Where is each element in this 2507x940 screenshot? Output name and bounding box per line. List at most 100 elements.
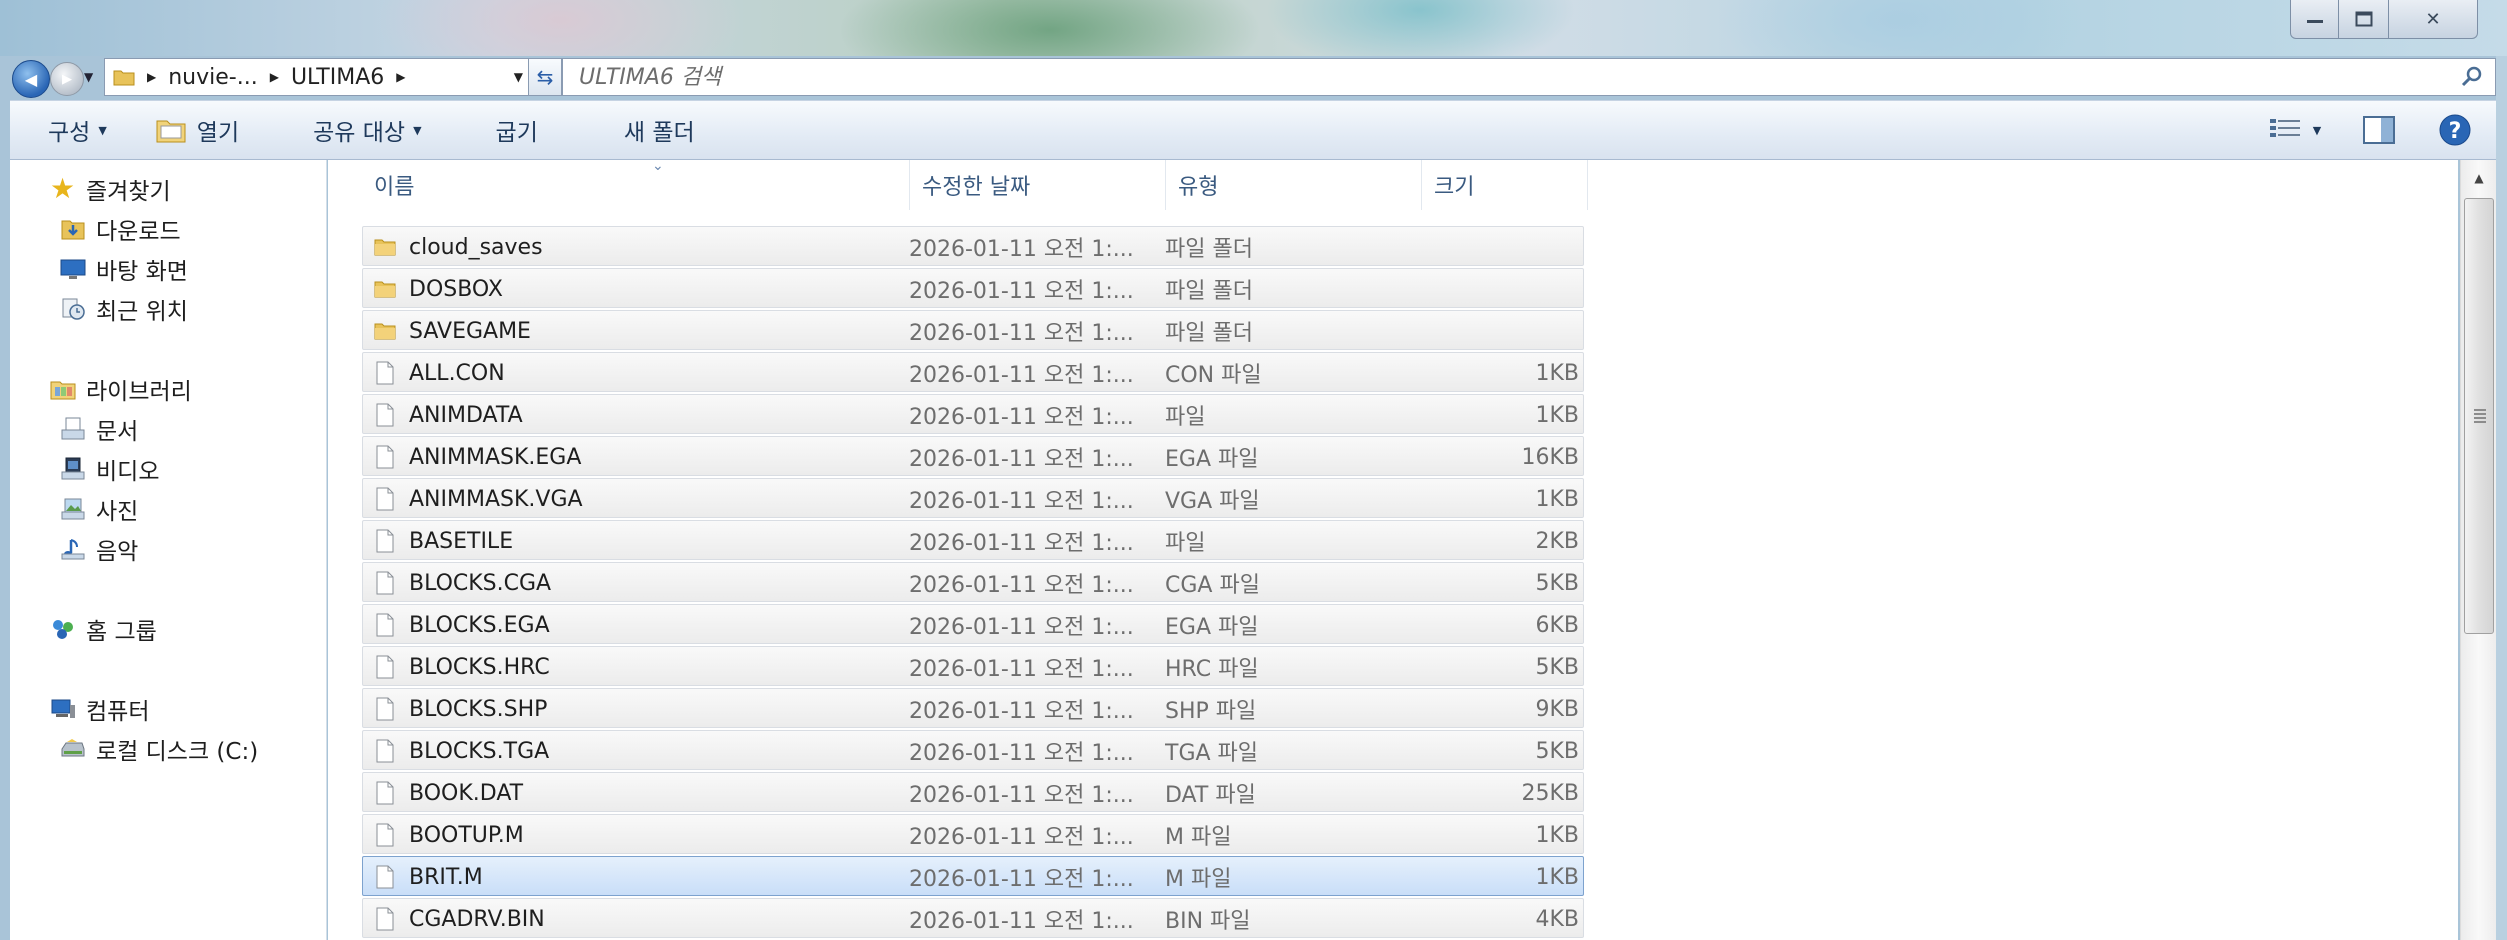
chevron-down-icon: ▼ [413,123,422,137]
table-row[interactable]: ANIMMASK.VGA 2026-01-11 오전 1:... VGA 파일 1KB [362,478,1584,518]
sidebar-item-label: 로컬 디스크 (C:) [96,739,259,765]
breadcrumb-item-parent[interactable]: nuvie-... [168,65,257,90]
file-type: SHP 파일 [1165,699,1257,724]
vertical-scrollbar[interactable]: ▲ [2460,160,2497,940]
scroll-up-icon[interactable]: ▲ [2463,162,2495,194]
table-row[interactable]: cloud_saves 2026-01-11 오전 1:... 파일 폴더 [362,226,1584,266]
help-button[interactable]: ? [2430,108,2480,152]
column-header-name[interactable]: 이름 ⌄ [362,158,910,210]
new-folder-button[interactable]: 새 폴더 [604,108,715,152]
search-icon[interactable] [2461,66,2483,88]
music-icon [61,539,85,560]
table-row[interactable]: BLOCKS.SHP 2026-01-11 오전 1:... SHP 파일 9KB [362,688,1584,728]
sidebar-item-videos[interactable]: 비디오 [60,452,159,486]
sidebar-item-libraries[interactable]: 라이브러리 [50,372,192,406]
table-row[interactable]: ANIMDATA 2026-01-11 오전 1:... 파일 1KB [362,394,1584,434]
sidebar-item-music[interactable]: 음악 [60,532,138,566]
file-name: BRIT.M [409,864,483,890]
breadcrumb-separator-icon[interactable]: ▶ [396,70,405,84]
documents-icon [61,417,85,440]
file-date-modified: 2026-01-11 오전 1:... [909,489,1134,514]
minimize-button[interactable] [2290,0,2340,39]
table-row[interactable]: BASETILE 2026-01-11 오전 1:... 파일 2KB [362,520,1584,560]
forward-button[interactable]: ▶ [50,62,84,96]
table-row[interactable]: BLOCKS.EGA 2026-01-11 오전 1:... EGA 파일 6KB [362,604,1584,644]
sidebar-item-documents[interactable]: 문서 [60,412,138,446]
file-size: 1KB [1535,486,1579,512]
file-size: 9KB [1535,696,1579,722]
address-bar[interactable]: ▶ nuvie-... ▶ ULTIMA6 ▶ ▼ [104,58,532,96]
folder-icon [371,311,399,351]
grip-icon [2474,409,2486,425]
table-row[interactable]: SAVEGAME 2026-01-11 오전 1:... 파일 폴더 [362,310,1584,350]
open-label: 열기 [196,120,240,146]
maximize-button[interactable] [2338,0,2390,39]
sidebar-item-label: 음악 [96,539,139,565]
table-row[interactable]: BLOCKS.HRC 2026-01-11 오전 1:... HRC 파일 5KB [362,646,1584,686]
file-type: CON 파일 [1165,363,1262,388]
breadcrumb-separator-icon[interactable]: ▶ [270,70,279,84]
table-row[interactable]: DOSBOX 2026-01-11 오전 1:... 파일 폴더 [362,268,1584,308]
search-input[interactable] [577,63,2431,91]
breadcrumb-separator-icon[interactable]: ▶ [147,70,156,84]
open-button[interactable]: 열기 [135,108,259,152]
sidebar-item-label: 바탕 화면 [96,259,188,285]
view-options-button[interactable]: ▼ [2260,108,2330,152]
share-with-label: 공유 대상 [313,120,406,146]
table-row[interactable]: BRIT.M 2026-01-11 오전 1:... M 파일 1KB [362,856,1584,896]
pictures-icon [61,498,85,520]
sidebar-item-recent-places[interactable]: 최근 위치 [60,292,188,326]
file-type: VGA 파일 [1165,489,1260,514]
share-with-button[interactable]: 공유 대상 ▼ [293,108,441,152]
file-date-modified: 2026-01-11 오전 1:... [909,825,1134,850]
table-row[interactable]: BLOCKS.CGA 2026-01-11 오전 1:... CGA 파일 5KB [362,562,1584,602]
file-date-modified: 2026-01-11 오전 1:... [909,531,1134,556]
table-row[interactable]: BOOK.DAT 2026-01-11 오전 1:... DAT 파일 25KB [362,772,1584,812]
libraries-icon [50,381,76,400]
column-header-label: 수정한 날짜 [922,175,1031,200]
file-type: DAT 파일 [1165,783,1256,808]
file-type: CGA 파일 [1165,573,1260,598]
sidebar-item-computer[interactable]: 컴퓨터 [50,692,149,726]
file-type: TGA 파일 [1165,741,1259,766]
recent-pages-dropdown[interactable]: ▼ [84,70,93,84]
sidebar-item-desktop[interactable]: 바탕 화면 [60,252,188,286]
sidebar-item-downloads[interactable]: 다운로드 [60,212,181,246]
back-button[interactable]: ◀ [12,60,50,98]
file-type: M 파일 [1165,867,1232,892]
column-header-date-modified[interactable]: 수정한 날짜 [910,160,1166,210]
table-row[interactable]: ANIMMASK.EGA 2026-01-11 오전 1:... EGA 파일 16K… [362,436,1584,476]
sidebar-item-pictures[interactable]: 사진 [60,492,138,526]
sidebar-item-label: 다운로드 [96,219,181,245]
file-name: ANIMDATA [409,402,523,428]
file-size: 5KB [1535,654,1579,680]
file-type: EGA 파일 [1165,447,1259,472]
sidebar-item-label: 비디오 [96,459,160,485]
breadcrumb-item-current[interactable]: ULTIMA6 [291,65,384,90]
scrollbar-thumb[interactable] [2464,198,2494,634]
search-box[interactable] [562,58,2496,96]
svg-text:?: ? [2449,119,2462,144]
address-dropdown-icon[interactable]: ▼ [514,70,523,84]
sidebar-item-homegroup[interactable]: 홈 그룹 [50,612,157,646]
sidebar-item-favorites[interactable]: ★ 즐겨찾기 [50,172,171,206]
refresh-button[interactable]: ⇆ [528,58,562,96]
table-row[interactable]: CGADRV.BIN 2026-01-11 오전 1:... BIN 파일 4KB [362,898,1584,938]
file-name: cloud_saves [409,234,543,260]
column-header-type[interactable]: 유형 [1166,160,1422,210]
sidebar-item-local-disk[interactable]: 로컬 디스크 (C:) [60,732,258,766]
table-row[interactable]: ALL.CON 2026-01-11 오전 1:... CON 파일 1KB [362,352,1584,392]
preview-pane-button[interactable] [2354,108,2404,152]
burn-button[interactable]: 굽기 [476,108,558,152]
file-icon [371,437,399,477]
file-size: 2KB [1535,528,1579,554]
table-row[interactable]: BLOCKS.TGA 2026-01-11 오전 1:... TGA 파일 5KB [362,730,1584,770]
maximize-icon [2355,11,2373,27]
organize-button[interactable]: 구성 ▼ [28,108,127,152]
file-icon [371,479,399,519]
file-icon [371,899,399,939]
file-size: 5KB [1535,738,1579,764]
table-row[interactable]: BOOTUP.M 2026-01-11 오전 1:... M 파일 1KB [362,814,1584,854]
column-header-size[interactable]: 크기 [1422,160,1588,210]
close-button[interactable]: ✕ [2388,0,2478,39]
